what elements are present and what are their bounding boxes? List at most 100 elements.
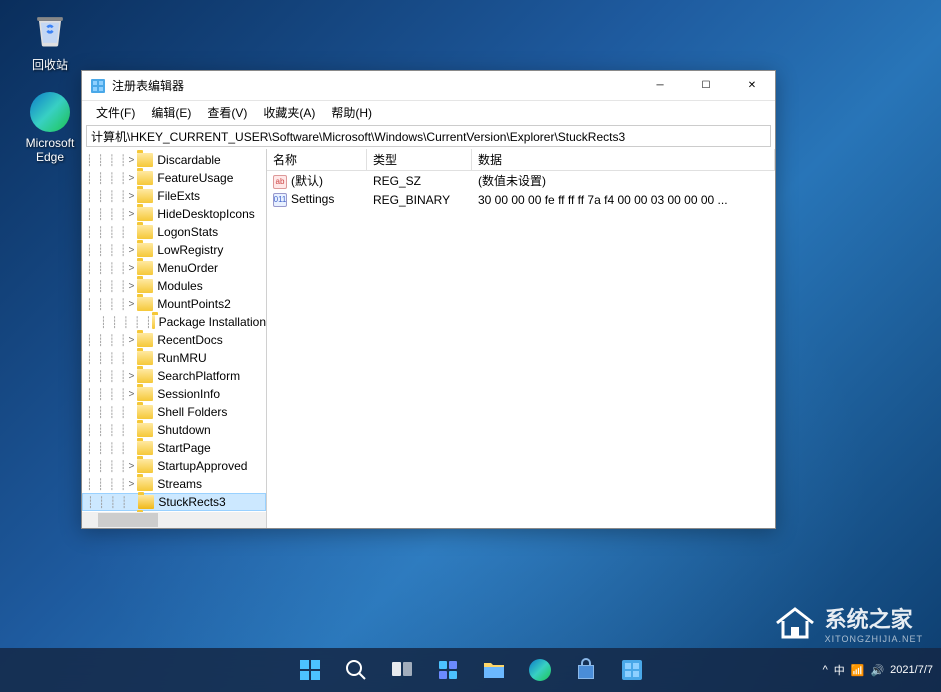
address-bar[interactable]: 计算机\HKEY_CURRENT_USER\Software\Microsoft… (86, 125, 771, 147)
tree-label: FeatureUsage (157, 171, 233, 185)
tree-node[interactable]: ┊ ┊ ┊ ┊ > FeatureUsage (82, 169, 266, 187)
folder-icon (137, 387, 153, 401)
tree-expand-icon[interactable]: > (125, 281, 137, 292)
tree-label: StuckRects3 (158, 495, 225, 509)
tree-node[interactable]: ┊ ┊ ┊ ┊ >SearchPlatform (82, 367, 266, 385)
value-type-cell: REG_BINARY (367, 192, 472, 208)
col-name[interactable]: 名称 (267, 149, 367, 170)
tray-date[interactable]: 2021/7/7 (890, 664, 933, 676)
tray-network-icon[interactable]: 📶 (851, 664, 865, 677)
tray-chinese-icon[interactable]: 中 (834, 662, 845, 678)
tree-label: HideDesktopIcons (157, 207, 254, 221)
tree-node[interactable]: ┊ ┊ ┊ ┊ LogonStats (82, 223, 266, 241)
value-name: Settings (291, 192, 334, 206)
tree-node[interactable]: ┊ ┊ ┊ ┊ >HideDesktopIcons (82, 205, 266, 223)
list-pane[interactable]: 名称 类型 数据 ab(默认)REG_SZ(数值未设置)011SettingsR… (267, 149, 775, 528)
menu-file[interactable]: 文件(F) (88, 102, 143, 123)
tree-expand-icon[interactable]: > (125, 299, 137, 310)
system-tray[interactable]: ^ 中 📶 🔊 2021/7/7 (823, 662, 933, 678)
maximize-button[interactable]: ☐ (683, 71, 729, 101)
tree-expand-icon[interactable]: > (125, 335, 137, 346)
registry-value-row[interactable]: ab(默认)REG_SZ(数值未设置) (267, 171, 775, 190)
close-button[interactable]: ✕ (729, 71, 775, 101)
tree-expand-icon[interactable]: > (125, 389, 137, 400)
tree-node[interactable]: ┊ ┊ ┊ ┊ RunMRU (82, 349, 266, 367)
tree-pane[interactable]: ┊ ┊ ┊ ┊ >Discardable ┊ ┊ ┊ ┊ > FeatureUsag… (82, 149, 267, 528)
tree-node[interactable]: ┊ ┊ ┊ ┊ >FileExts (82, 187, 266, 205)
menu-edit[interactable]: 编辑(E) (143, 102, 199, 123)
horizontal-scrollbar[interactable] (82, 512, 266, 528)
tree-expand-icon[interactable]: > (125, 209, 137, 220)
edge-browser-icon[interactable]: Microsoft Edge (14, 92, 86, 164)
folder-icon (137, 405, 153, 419)
file-explorer-button[interactable] (475, 651, 513, 689)
tree-node[interactable]: ┊ ┊ ┊ ┊ StuckRects3 (82, 493, 266, 511)
tree-lines: ┊ ┊ ┊ ┊ (86, 370, 125, 383)
widgets-button[interactable] (429, 651, 467, 689)
tree-label: Shell Folders (157, 405, 227, 419)
tree-node[interactable]: ┊ ┊ ┊ ┊ StartPage (82, 439, 266, 457)
value-name: (默认) (291, 174, 323, 188)
tree-expand-icon[interactable]: > (125, 155, 137, 166)
menu-view[interactable]: 查看(V) (199, 102, 255, 123)
watermark-name: 系统之家 (825, 607, 913, 632)
registry-value-row[interactable]: 011SettingsREG_BINARY30 00 00 00 fe ff f… (267, 190, 775, 209)
menu-favorites[interactable]: 收藏夹(A) (255, 102, 323, 123)
tree-label: Modules (157, 279, 202, 293)
tree-node[interactable]: ┊ ┊ ┊ ┊ >MountPoints2 (82, 295, 266, 313)
tree-node[interactable]: ┊ ┊ ┊ ┊ >MenuOrder (82, 259, 266, 277)
tree-expand-icon[interactable]: > (125, 191, 137, 202)
search-button[interactable] (337, 651, 375, 689)
edge-glyph (30, 92, 70, 132)
menu-help[interactable]: 帮助(H) (323, 102, 380, 123)
folder-icon (137, 243, 153, 257)
tree-label: LogonStats (157, 225, 218, 239)
tree-label: StartPage (157, 441, 210, 455)
titlebar[interactable]: 注册表编辑器 ─ ☐ ✕ (82, 71, 775, 101)
tree-lines: ┊ ┊ ┊ ┊ (86, 388, 125, 401)
tree-node[interactable]: ┊ ┊ ┊ ┊ >Streams (82, 475, 266, 493)
tree-node[interactable]: ┊ ┊ ┊ ┊ Shell Folders (82, 403, 266, 421)
tree-label: Streams (157, 477, 202, 491)
list-header[interactable]: 名称 类型 数据 (267, 149, 775, 171)
recycle-bin-glyph (28, 8, 72, 52)
store-button[interactable] (567, 651, 605, 689)
tree-lines: ┊ ┊ ┊ ┊ (86, 334, 125, 347)
col-data[interactable]: 数据 (472, 149, 775, 170)
tree-expand-icon[interactable]: > (125, 173, 137, 184)
tree-lines: ┊ ┊ ┊ ┊ (86, 172, 125, 185)
list-body: ab(默认)REG_SZ(数值未设置)011SettingsREG_BINARY… (267, 171, 775, 209)
recycle-bin-icon[interactable]: 回收站 (14, 8, 86, 73)
tree-node[interactable]: ┊ ┊ ┊ ┊ >Discardable (82, 151, 266, 169)
task-view-button[interactable] (383, 651, 421, 689)
tree-expand-icon[interactable]: > (125, 371, 137, 382)
tree-node[interactable]: ┊ ┊ ┊ ┊ >RecentDocs (82, 331, 266, 349)
folder-icon (137, 369, 153, 383)
tree-label: MountPoints2 (157, 297, 230, 311)
tree-expand-icon[interactable]: > (125, 263, 137, 274)
tray-volume-icon[interactable]: 🔊 (870, 664, 884, 677)
regedit-taskbar-button[interactable] (613, 651, 651, 689)
tree-lines: ┊ ┊ ┊ ┊ (86, 190, 125, 203)
tree-node[interactable]: ┊ ┊ ┊ ┊ Shutdown (82, 421, 266, 439)
tree-node[interactable]: ┊ ┊ ┊ ┊ >SessionInfo (82, 385, 266, 403)
tree-node[interactable]: ┊ ┊ ┊ ┊ >LowRegistry (82, 241, 266, 259)
value-type-cell: REG_SZ (367, 173, 472, 189)
minimize-button[interactable]: ─ (637, 71, 683, 101)
tree-node[interactable]: ┊ ┊ ┊ ┊ ┊ Package Installation (82, 313, 266, 331)
window-title: 注册表编辑器 (112, 77, 637, 94)
tree-lines: ┊ ┊ ┊ ┊ (86, 244, 125, 257)
start-button[interactable] (291, 651, 329, 689)
tray-chevron-icon[interactable]: ^ (823, 664, 828, 676)
value-data-cell: 30 00 00 00 fe ff ff ff 7a f4 00 00 03 0… (472, 192, 775, 208)
tree-expand-icon[interactable]: > (125, 245, 137, 256)
scroll-thumb[interactable] (98, 513, 158, 527)
edge-taskbar-button[interactable] (521, 651, 559, 689)
tree-node[interactable]: ┊ ┊ ┊ ┊ >StartupApproved (82, 457, 266, 475)
tree-node[interactable]: ┊ ┊ ┊ ┊ >Modules (82, 277, 266, 295)
col-type[interactable]: 类型 (367, 149, 472, 170)
taskbar[interactable]: ^ 中 📶 🔊 2021/7/7 (0, 648, 941, 692)
registry-editor-window: 注册表编辑器 ─ ☐ ✕ 文件(F) 编辑(E) 查看(V) 收藏夹(A) 帮助… (81, 70, 776, 529)
tree-expand-icon[interactable]: > (125, 479, 137, 490)
tree-expand-icon[interactable]: > (125, 461, 137, 472)
